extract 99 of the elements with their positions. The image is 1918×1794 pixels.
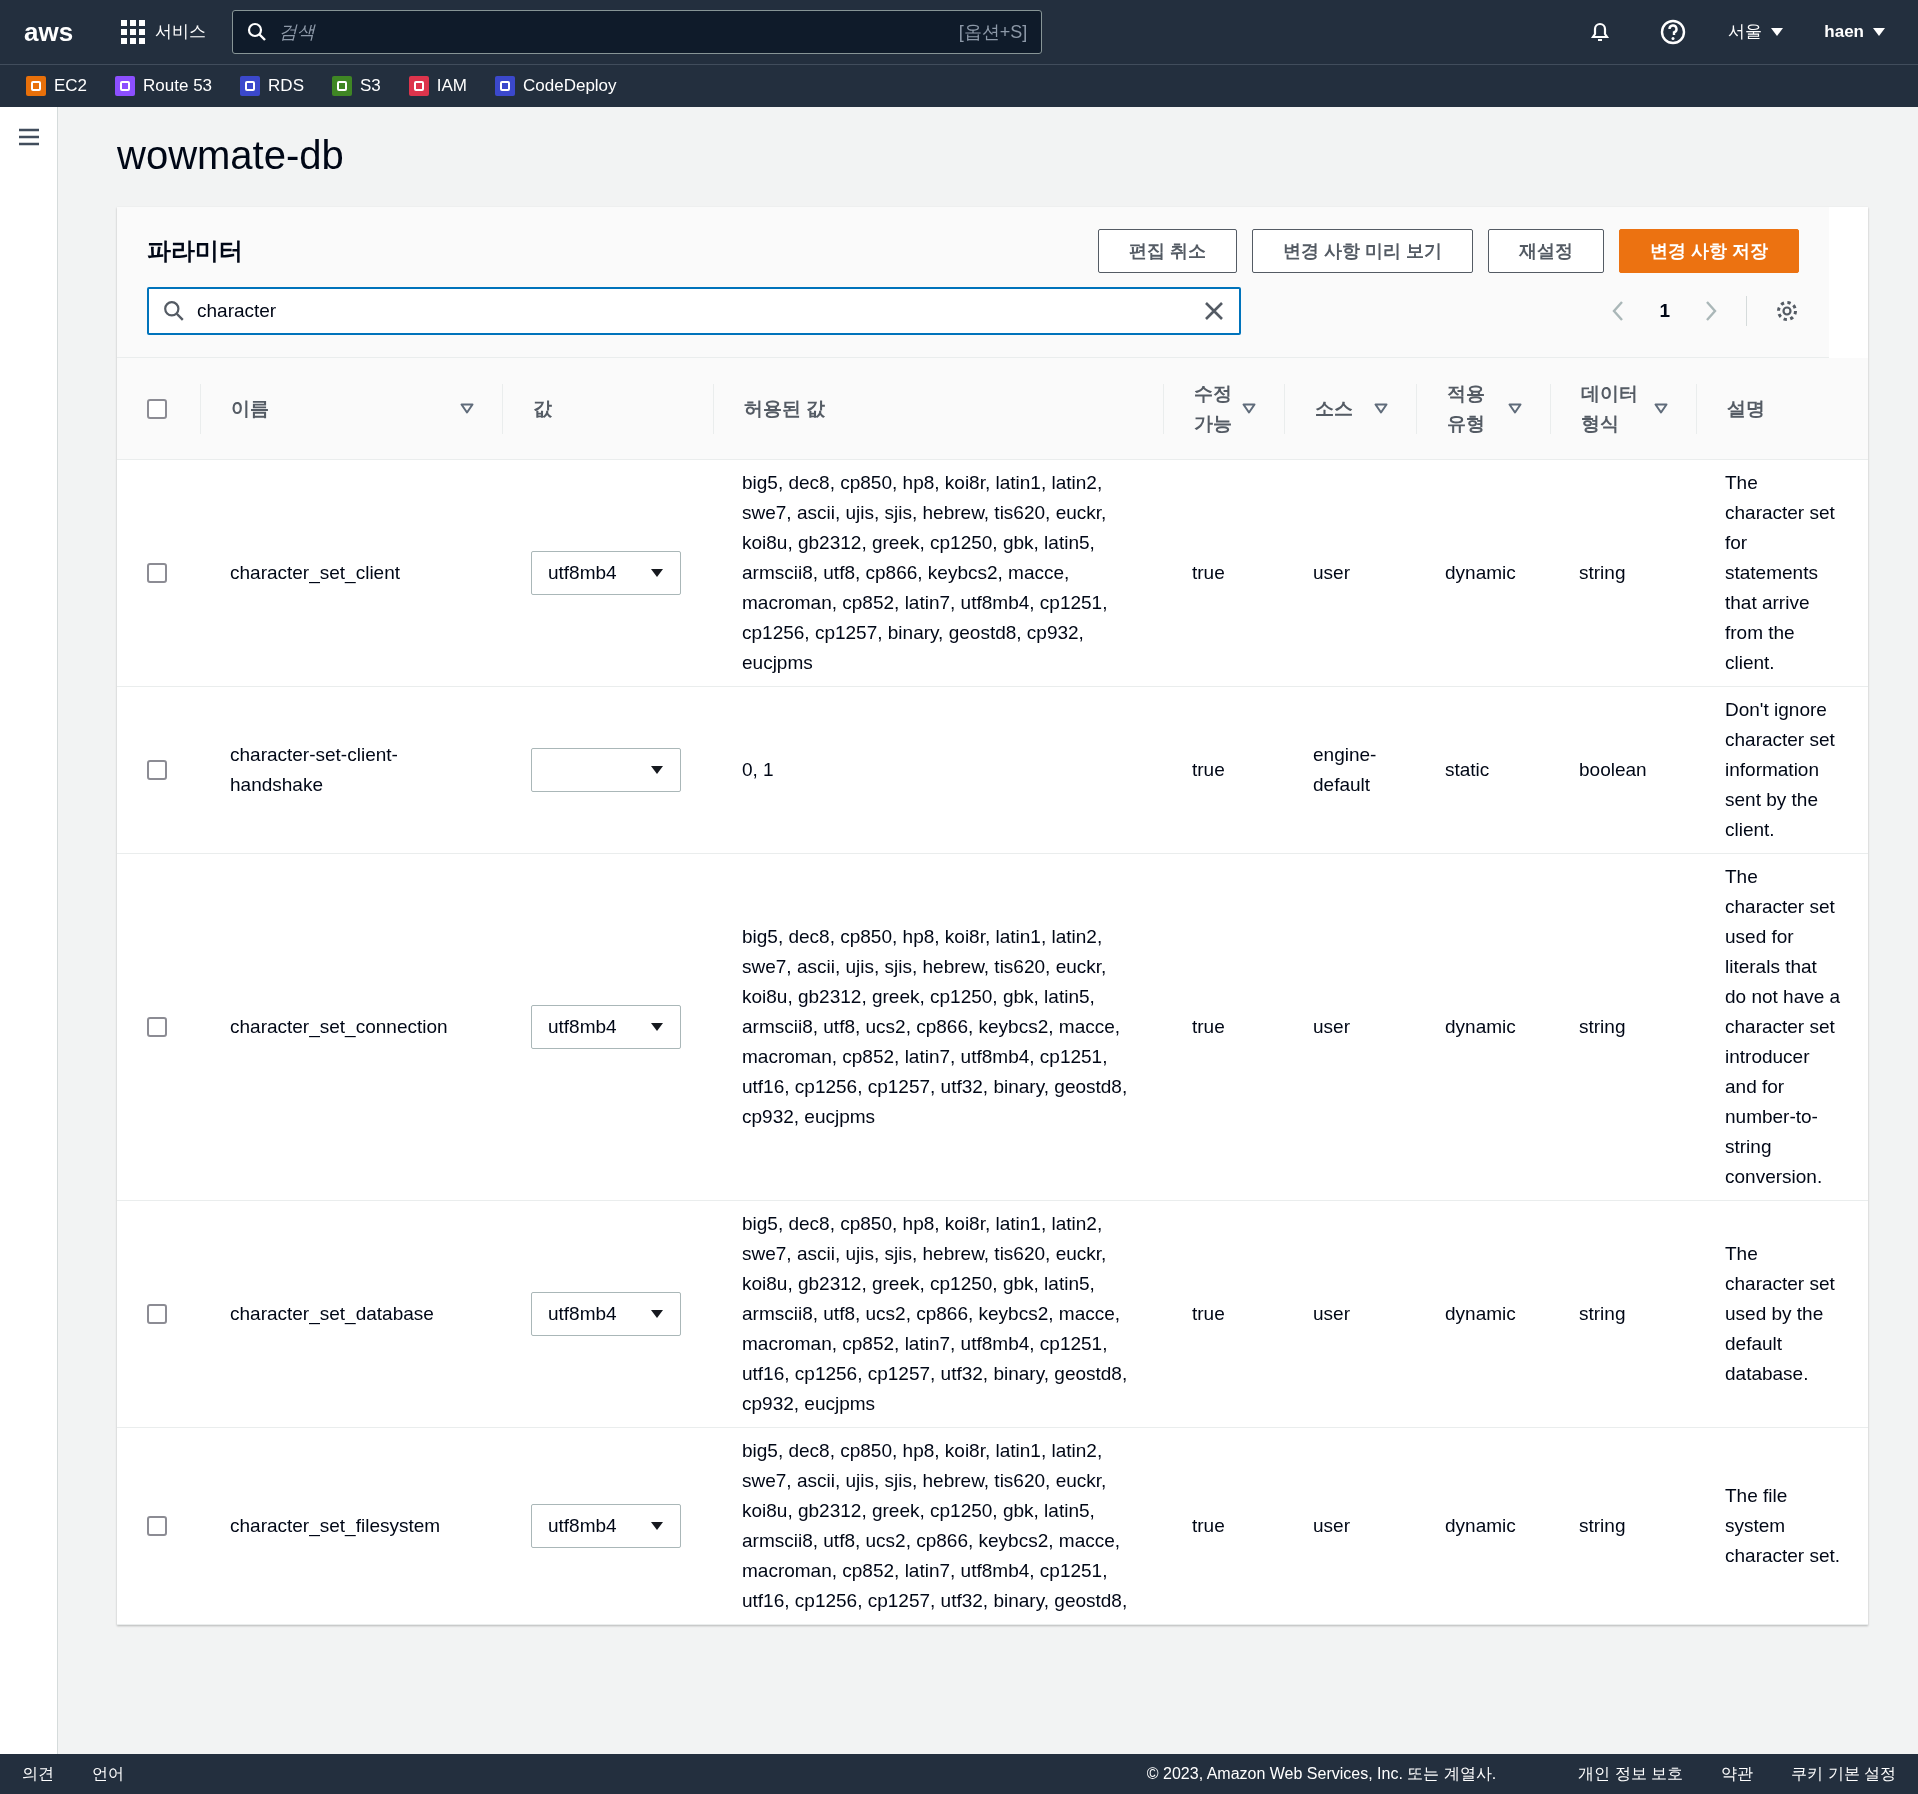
search-icon — [247, 22, 268, 42]
footer-link[interactable]: 약관 — [1721, 1762, 1754, 1786]
help-icon[interactable] — [1660, 19, 1687, 45]
sort-icon[interactable] — [1654, 403, 1668, 414]
user-menu[interactable]: haen — [1824, 19, 1886, 45]
checkbox[interactable] — [147, 1304, 167, 1324]
settings-icon[interactable] — [1775, 299, 1799, 323]
shortcut-hint: [옵션+S] — [958, 20, 1028, 44]
table-cell: string — [1579, 1303, 1626, 1324]
grid-icon[interactable] — [121, 20, 146, 44]
checkbox[interactable] — [147, 760, 167, 780]
table-cell: dynamic — [1445, 562, 1516, 583]
favorite-link[interactable]: CodeDeploy — [495, 73, 617, 99]
table-cell: string — [1579, 1016, 1626, 1037]
favorite-link[interactable]: RDS — [240, 73, 304, 99]
search-icon — [163, 300, 185, 322]
sort-icon[interactable] — [460, 403, 474, 414]
column-header: 데이터 형식 — [1581, 381, 1639, 436]
table-cell: big5, dec8, cp850, hp8, koi8r, latin1, latin2, swe7, ascii, ujis, sjis, hebrew, tis620, euckr, koi8u, gb2312, greek, cp1250, gbk, latin5, armscii8, utf8, ucs2, cp866, keybcs2, macce, macroman, cp852, latin7, utf8mb4, cp1251, utf16, cp1256, cp1257, utf32, binary, geostd8, cp932, eucjpms — [742, 926, 1128, 1127]
table-cell: boolean — [1579, 759, 1647, 780]
checkbox[interactable] — [147, 1516, 167, 1536]
table-cell: The character set for statements that arrive from the client. — [1725, 472, 1835, 673]
action-button[interactable]: 재설정 — [1488, 229, 1604, 273]
services-menu[interactable]: 서비스 — [155, 19, 207, 45]
table-cell: Don't ignore character set information sent by the client. — [1725, 699, 1835, 840]
caret-icon — [1770, 27, 1785, 37]
table-cell: big5, dec8, cp850, hp8, koi8r, latin1, latin2, swe7, ascii, ujis, sjis, hebrew, tis620, euckr, koi8u, gb2312, greek, cp1250, gbk, latin5, armscii8, utf8, cp866, keybcs2, macce, macroman, cp852, latin7, utf8mb4, cp1251, cp1256, cp1257, binary, geostd8, cp932, eucjpms — [742, 472, 1108, 673]
table-cell: dynamic — [1445, 1303, 1516, 1324]
table-cell: character_set_database — [230, 1303, 434, 1324]
sort-icon[interactable] — [1242, 403, 1256, 414]
table-cell: true — [1192, 1303, 1225, 1324]
table-cell: character_set_connection — [230, 1016, 448, 1037]
table-cell: The character set used by the default database. — [1725, 1243, 1835, 1384]
caret-icon — [650, 1521, 664, 1531]
table-cell: user — [1313, 1303, 1350, 1324]
value-select[interactable]: utf8mb4 — [531, 1005, 681, 1049]
column-header: 값 — [533, 396, 552, 421]
table-cell: user — [1313, 1016, 1350, 1037]
caret-icon — [650, 765, 664, 775]
table-cell: engine-default — [1313, 744, 1377, 795]
table-cell: big5, dec8, cp850, hp8, koi8r, latin1, latin2, swe7, ascii, ujis, sjis, hebrew, tis620, euckr, koi8u, gb2312, greek, cp1250, gbk, latin5, armscii8, utf8, ucs2, cp866, keybcs2, macce, macroman, cp852, latin7, utf8mb4, cp1251, utf16, cp1256, cp1257, utf32, binary, geostd8, — [742, 1440, 1128, 1611]
caret-icon — [1872, 27, 1886, 37]
region-menu[interactable]: 서울 — [1728, 19, 1785, 45]
sort-icon[interactable] — [1374, 403, 1388, 414]
footer-link[interactable]: 개인 정보 보호 — [1578, 1762, 1684, 1786]
column-header: 설명 — [1727, 396, 1765, 421]
table-cell: user — [1313, 562, 1350, 583]
table-cell: true — [1192, 1016, 1225, 1037]
action-button[interactable]: 편집 취소 — [1097, 229, 1237, 273]
logo[interactable]: aws — [24, 12, 74, 52]
table-cell: character-set-client-handshake — [230, 744, 398, 795]
table-cell: The character set used for literals that do not have a character set introducer and for number-to-string conversion. — [1725, 866, 1841, 1187]
column-header: 적용 유형 — [1447, 381, 1486, 436]
favorite-link[interactable]: EC2 — [26, 73, 88, 99]
favorite-link[interactable]: Route 53 — [115, 73, 213, 99]
table-cell: character_set_client — [230, 562, 401, 583]
page-title: wowmate-db — [117, 132, 345, 179]
caret-icon — [650, 1022, 664, 1032]
table-cell: true — [1192, 1515, 1225, 1536]
copyright: © 2023, Amazon Web Services, Inc. 또는 계열사. — [1146, 1764, 1497, 1784]
table-cell: user — [1313, 1515, 1350, 1536]
footer-link[interactable]: 쿠키 기본 설정 — [1791, 1762, 1896, 1786]
table-cell: dynamic — [1445, 1515, 1516, 1536]
clear-icon[interactable] — [1203, 300, 1225, 322]
sort-icon[interactable] — [1508, 403, 1522, 414]
table-cell: true — [1192, 759, 1225, 780]
column-header: 이름 — [231, 396, 269, 421]
search-field[interactable]: 검색 [옵션+S] — [232, 10, 1043, 54]
favorite-link[interactable]: S3 — [332, 73, 381, 99]
table-cell: static — [1445, 759, 1490, 780]
column-header: 소스 — [1315, 396, 1353, 421]
page-number[interactable]: 1 — [1659, 296, 1670, 326]
value-select[interactable]: utf8mb4 — [531, 1504, 681, 1548]
value-select[interactable]: utf8mb4 — [531, 1292, 681, 1336]
table-cell: character_set_filesystem — [230, 1515, 441, 1536]
table-cell: The file system character set. — [1725, 1485, 1841, 1566]
menu-icon[interactable] — [16, 127, 41, 147]
checkbox[interactable] — [147, 1017, 167, 1037]
table-cell: string — [1579, 562, 1626, 583]
value-select[interactable]: utf8mb4 — [531, 551, 681, 595]
table-cell: dynamic — [1445, 1016, 1516, 1037]
checkbox[interactable] — [147, 398, 167, 419]
action-button[interactable]: 변경 사항 미리 보기 — [1251, 229, 1473, 273]
panel-title: 파라미터 — [147, 236, 244, 266]
checkbox[interactable] — [147, 563, 167, 583]
favorite-link[interactable]: IAM — [408, 73, 467, 99]
filter-field[interactable]: character — [147, 287, 1241, 335]
column-header: 수정 가능 — [1194, 381, 1233, 436]
table-cell: big5, dec8, cp850, hp8, koi8r, latin1, latin2, swe7, ascii, ujis, sjis, hebrew, tis620, euckr, koi8u, gb2312, greek, cp1250, gbk, latin5, armscii8, utf8, ucs2, cp866, keybcs2, macce, macroman, cp852, latin7, utf8mb4, cp1251, utf16, cp1256, cp1257, utf32, binary, geostd8, cp932, eucjpms — [742, 1213, 1128, 1414]
column-header: 허용된 값 — [744, 396, 826, 421]
table-cell: string — [1579, 1515, 1626, 1536]
table-cell: true — [1192, 562, 1225, 583]
caret-icon — [650, 568, 664, 578]
filter-value: character — [197, 298, 278, 323]
table-cell: 0, 1 — [742, 759, 774, 780]
footer-link[interactable]: 언어 — [92, 1762, 124, 1786]
footer-link[interactable]: 의견 — [22, 1762, 54, 1786]
caret-icon — [650, 1309, 664, 1319]
search-placeholder: 검색 — [279, 20, 317, 44]
